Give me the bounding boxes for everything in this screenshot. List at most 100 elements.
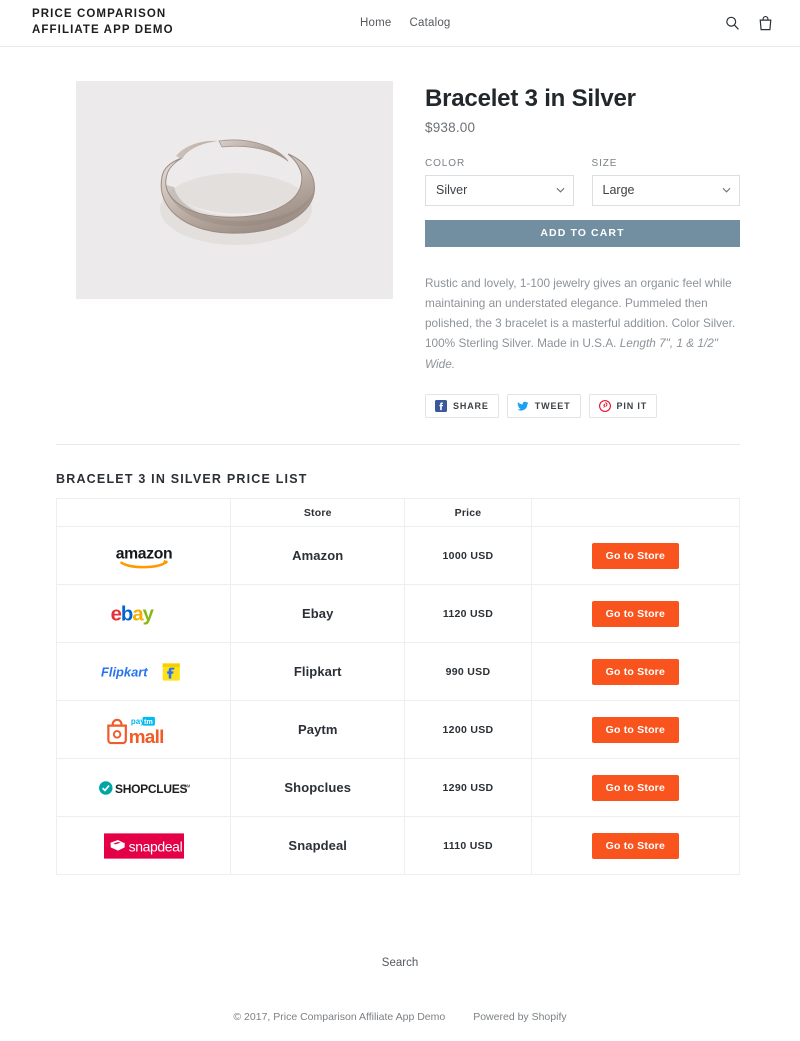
product-image[interactable]: [76, 81, 393, 299]
table-row: SHOPCLUES .COM Shopclues 1290 USD Go to …: [55, 758, 741, 817]
store-action-cell: Go to Store: [530, 700, 741, 759]
share-buttons: SHARE TWEET PIN IT: [425, 394, 740, 418]
table-row: snapdeal Snapdeal 1110 USD Go to Store: [55, 816, 741, 875]
site-brand[interactable]: PRICE COMPARISON AFFILIATE APP DEMO: [32, 7, 332, 38]
product-options: COLOR Silver SIZE Large: [425, 158, 740, 206]
svg-text:SHOPCLUES: SHOPCLUES: [115, 781, 187, 795]
share-facebook-button[interactable]: SHARE: [425, 394, 499, 418]
svg-text:snapdeal: snapdeal: [128, 838, 182, 854]
product-price: $938.00: [425, 119, 476, 135]
size-select[interactable]: Large: [591, 174, 740, 206]
page-content: Bracelet 3 in Silver $938.00 COLOR Silve…: [0, 47, 800, 1041]
column-header-action: [530, 498, 741, 527]
color-option-group: COLOR Silver: [425, 158, 574, 206]
go-to-store-button[interactable]: Go to Store: [591, 600, 680, 627]
facebook-icon: [435, 400, 447, 412]
pinterest-icon: [598, 400, 611, 412]
footer-powered-by-link[interactable]: Powered by Shopify: [473, 1011, 566, 1023]
store-price: 1110 USD: [404, 816, 532, 875]
color-label: COLOR: [425, 157, 466, 169]
store-price: 1000 USD: [404, 526, 532, 585]
go-to-store-button[interactable]: Go to Store: [591, 832, 680, 859]
nav-item-catalog[interactable]: Catalog: [409, 17, 450, 29]
store-price: 1290 USD: [404, 758, 532, 817]
store-logo-cell: paytm tm mall: [55, 700, 232, 759]
svg-text:.COM: .COM: [179, 783, 190, 788]
store-name: Flipkart: [230, 642, 406, 701]
go-to-store-button[interactable]: Go to Store: [591, 658, 680, 685]
price-list-title: BRACELET 3 IN SILVER PRICE LIST: [56, 472, 308, 486]
price-list-table: Store Price amazon Amazon 1000 USD Go to…: [55, 498, 741, 875]
size-label: SIZE: [591, 157, 618, 169]
store-logo-cell: snapdeal: [55, 816, 232, 875]
bracelet-illustration: [76, 81, 393, 299]
column-header-logo: [55, 498, 232, 527]
column-header-store: Store: [230, 498, 406, 527]
price-table-body: amazon Amazon 1000 USD Go to Store ebay …: [55, 526, 741, 875]
svg-text:ebay: ebay: [110, 603, 154, 625]
go-to-store-button[interactable]: Go to Store: [591, 542, 680, 569]
ebay-logo: ebay: [110, 603, 155, 625]
store-action-cell: Go to Store: [530, 816, 741, 875]
size-option-group: SIZE Large: [591, 157, 740, 206]
brand-line-2: AFFILIATE APP DEMO: [32, 24, 174, 36]
store-name: Snapdeal: [230, 816, 406, 875]
table-row: Flipkart Flipkart 990 USD Go to Store: [55, 642, 741, 701]
store-action-cell: Go to Store: [530, 526, 741, 585]
color-select[interactable]: Silver: [425, 174, 574, 206]
svg-text:mall: mall: [128, 727, 163, 746]
store-action-cell: Go to Store: [530, 584, 741, 643]
store-logo-cell: SHOPCLUES .COM: [55, 758, 232, 817]
svg-text:tm: tm: [144, 717, 153, 726]
shopping-bag-icon[interactable]: [757, 14, 774, 33]
table-row: amazon Amazon 1000 USD Go to Store: [55, 526, 741, 585]
store-name: Paytm: [230, 700, 406, 759]
store-name: Amazon: [230, 526, 406, 585]
product-section: Bracelet 3 in Silver $938.00 COLOR Silve…: [0, 47, 800, 418]
footer-copyright: © 2017, Price Comparison Affiliate App D…: [233, 1011, 446, 1023]
share-facebook-label: SHARE: [453, 401, 489, 411]
share-pinterest-button[interactable]: PIN IT: [588, 394, 658, 418]
store-logo-cell: amazon: [55, 526, 232, 585]
price-list-section: BRACELET 3 IN SILVER PRICE LIST Store Pr…: [0, 472, 800, 875]
site-footer: Search © 2017, Price Comparison Affiliat…: [0, 875, 800, 1041]
amazon-logo: amazon: [115, 545, 172, 568]
table-header-row: Store Price: [55, 498, 741, 527]
go-to-store-button[interactable]: Go to Store: [591, 716, 680, 743]
store-logo-cell: Flipkart: [55, 642, 232, 701]
column-header-price: Price: [404, 498, 532, 527]
share-twitter-label: TWEET: [534, 401, 571, 411]
search-icon[interactable]: [724, 14, 741, 33]
shopclues-logo: SHOPCLUES .COM: [98, 780, 190, 795]
section-divider: [56, 444, 740, 445]
store-name: Ebay: [230, 584, 406, 643]
table-row: paytm tm mall Paytm 1200 USD Go to Store: [55, 700, 741, 759]
main-nav: Home Catalog: [360, 17, 451, 29]
twitter-icon: [517, 401, 529, 411]
paytm-mall-logo: paytm tm mall: [106, 716, 164, 746]
header-icons: [724, 14, 774, 33]
nav-item-home[interactable]: Home: [360, 17, 391, 29]
table-row: ebay Ebay 1120 USD Go to Store: [55, 584, 741, 643]
store-name: Shopclues: [230, 758, 406, 817]
add-to-cart-button[interactable]: ADD TO CART: [425, 219, 740, 247]
price-table-head: Store Price: [55, 498, 741, 527]
share-pinterest-label: PIN IT: [616, 401, 648, 411]
store-logo-cell: ebay: [55, 584, 232, 643]
product-description: Rustic and lovely, 1-100 jewelry gives a…: [425, 273, 737, 374]
store-price: 1200 USD: [404, 700, 532, 759]
flipkart-logo: Flipkart: [101, 662, 180, 681]
site-header: PRICE COMPARISON AFFILIATE APP DEMO Home…: [0, 0, 800, 47]
footer-bottom: © 2017, Price Comparison Affiliate App D…: [0, 1011, 800, 1041]
svg-text:amazon: amazon: [115, 545, 171, 562]
share-twitter-button[interactable]: TWEET: [506, 394, 581, 418]
go-to-store-button[interactable]: Go to Store: [591, 774, 680, 801]
store-price: 990 USD: [404, 642, 532, 701]
footer-search-link[interactable]: Search: [382, 957, 418, 969]
store-price: 1120 USD: [404, 584, 532, 643]
brand-line-1: PRICE COMPARISON: [32, 8, 167, 21]
snapdeal-logo: snapdeal: [103, 832, 184, 859]
product-title: Bracelet 3 in Silver: [425, 85, 636, 112]
svg-text:Flipkart: Flipkart: [101, 664, 148, 679]
store-action-cell: Go to Store: [530, 642, 741, 701]
